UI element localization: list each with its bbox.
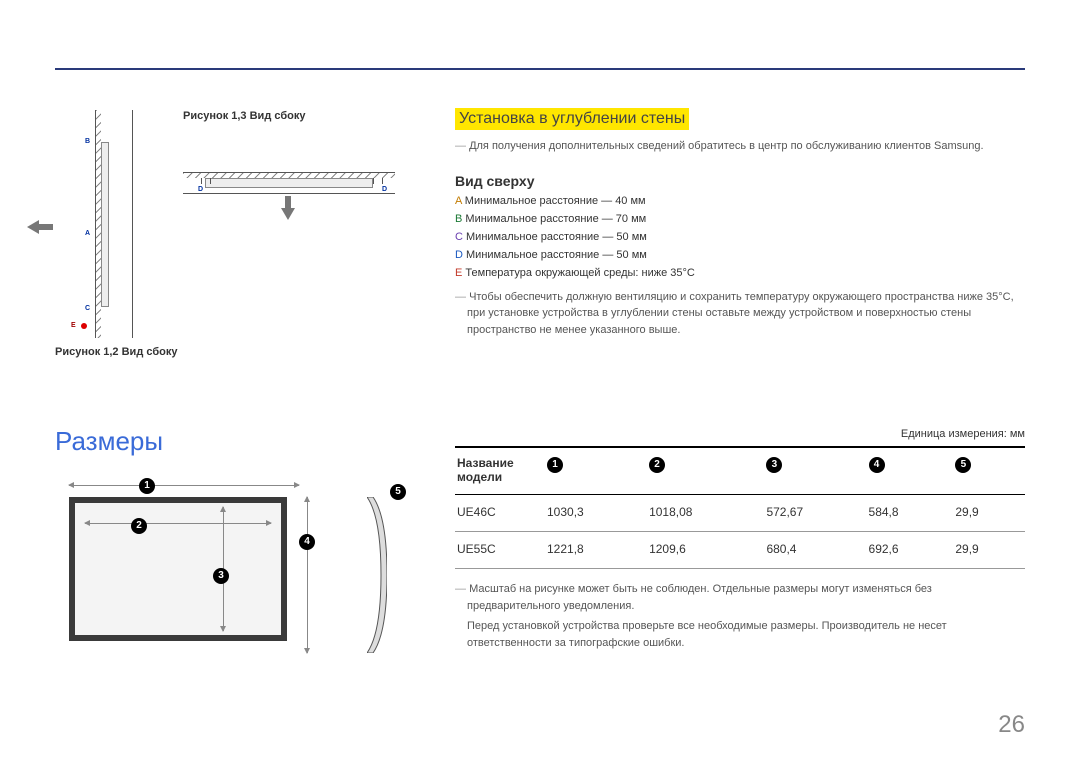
spec-d: D Минимальное расстояние — 50 мм	[455, 249, 1025, 261]
label-d-right: D	[382, 186, 387, 193]
th-4: 4	[867, 447, 954, 495]
spec-a: A Минимальное расстояние — 40 мм	[455, 195, 1025, 207]
spec-e: E Температура окружающей среды: ниже 35°…	[455, 267, 1025, 279]
fig12-caption: Рисунок 1,2 Вид сбоку	[55, 346, 133, 358]
fig13-caption: Рисунок 1,3 Вид сбоку	[183, 110, 305, 122]
ventilation-note: Чтобы обеспечить должную вентиляцию и со…	[455, 289, 1025, 339]
footnote-1: Масштаб на рисунке может быть не соблюде…	[455, 581, 1025, 614]
figure-1-3: D D	[183, 128, 395, 194]
marker-5: 5	[390, 481, 406, 500]
dim-arrow-2	[85, 523, 271, 524]
device-side	[101, 142, 109, 307]
th-2: 2	[647, 447, 764, 495]
spec-c: C Минимальное расстояние — 50 мм	[455, 231, 1025, 243]
th-1: 1	[545, 447, 647, 495]
unit-note: Единица измерения: мм	[455, 428, 1025, 440]
front-view-rect	[69, 497, 287, 641]
th-model: Название модели	[455, 447, 545, 495]
table-row: UE46C 1030,3 1018,08 572,67 584,8 29,9	[455, 495, 1025, 532]
temperature-dot	[81, 323, 87, 329]
dimensions-heading: Размеры	[55, 426, 410, 457]
dim-arrow-1	[69, 485, 299, 486]
top-view-heading: Вид сверху	[455, 173, 1025, 189]
arrow-down-icon	[281, 208, 295, 220]
top-rule	[55, 68, 1025, 70]
label-b: B	[85, 138, 90, 145]
device-top	[205, 178, 373, 188]
dim-arrow-4	[307, 497, 308, 653]
table-footnotes: Масштаб на рисунке может быть не соблюде…	[455, 581, 1025, 651]
label-a: A	[85, 230, 90, 237]
arrow-left-icon	[27, 220, 39, 234]
footnote-2: Перед установкой устройства проверьте вс…	[455, 618, 1025, 651]
service-note: Для получения дополнительных сведений об…	[455, 138, 1025, 155]
dimensions-table: Название модели 1 2 3 4 5 UE46C 1030,3 1…	[455, 446, 1025, 569]
side-profile	[367, 497, 387, 653]
label-c: C	[85, 305, 90, 312]
spec-b: B Минимальное расстояние — 70 мм	[455, 213, 1025, 225]
marker-1: 1	[139, 475, 155, 494]
label-d-left: D	[198, 186, 203, 193]
dimensions-section: Размеры 1 2 3 4 5	[55, 426, 410, 679]
figure-1-2: B A C E Рисунок 1,2 Вид сбоку	[55, 110, 133, 358]
dimensions-table-block: Единица измерения: мм Название модели 1 …	[455, 428, 1025, 655]
dimensions-figure: 1 2 3 4 5	[55, 479, 410, 679]
page: Рисунок 1,3 Вид сбоку B A C E Рисунок 1,…	[0, 0, 1080, 763]
wall-heading: Установка в углублении стены	[455, 108, 689, 130]
marker-3: 3	[213, 565, 229, 584]
label-e: E	[71, 322, 76, 329]
marker-4: 4	[299, 531, 315, 550]
table-row: UE55C 1221,8 1209,6 680,4 692,6 29,9	[455, 532, 1025, 569]
wall-install-section: Установка в углублении стены Для получен…	[455, 108, 1025, 338]
page-number: 26	[998, 711, 1025, 739]
marker-2: 2	[131, 515, 147, 534]
th-5: 5	[953, 447, 1025, 495]
th-3: 3	[764, 447, 866, 495]
